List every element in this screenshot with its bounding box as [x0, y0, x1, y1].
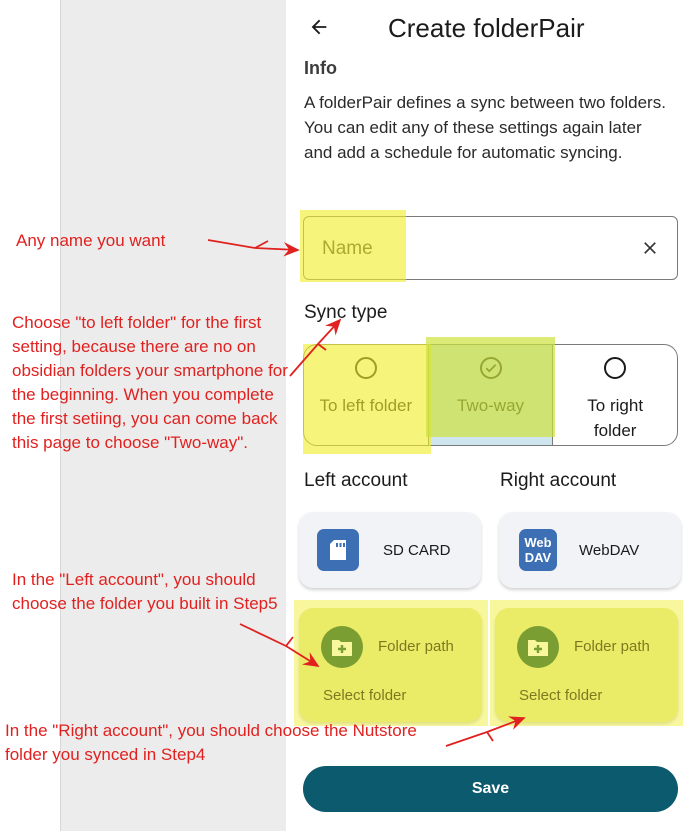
radio-unchecked-icon — [354, 357, 377, 379]
right-folder-select: Select folder — [519, 687, 603, 704]
check-circle-icon — [479, 357, 502, 379]
back-button[interactable] — [304, 12, 334, 42]
left-account-card[interactable]: SD CARD — [299, 512, 481, 588]
sync-option-label: Two-way — [456, 396, 525, 415]
sd-card-icon — [317, 529, 359, 571]
right-account-heading: Right account — [500, 470, 617, 491]
folder-add-icon — [517, 626, 559, 668]
annotation-left-account: In the "Left account", you should choose… — [12, 570, 278, 613]
right-folder-card[interactable]: Folder path Select folder — [495, 608, 678, 722]
left-folder-select: Select folder — [323, 687, 407, 704]
sync-option-to-right[interactable]: To right folder — [553, 345, 677, 445]
sync-type-heading: Sync type — [304, 302, 388, 323]
clear-name-button[interactable] — [636, 234, 664, 262]
right-folder-title: Folder path — [574, 638, 650, 655]
page-title: Create folderPair — [388, 13, 585, 43]
sync-option-to-left[interactable]: To left folder — [304, 345, 429, 445]
sync-option-two-way[interactable]: Two-way — [428, 345, 554, 445]
folder-add-icon — [321, 626, 363, 668]
annotation-sync-type: Choose "to left folder" for the first se… — [12, 313, 288, 452]
left-folder-title: Folder path — [378, 638, 454, 655]
right-account-name: WebDAV — [579, 541, 640, 559]
sync-option-label: To right folder — [587, 396, 644, 440]
annotation-name: Any name you want — [16, 231, 166, 250]
sync-type-selector: To left folder Two-way To right folder — [303, 344, 678, 446]
left-account-name: SD CARD — [383, 541, 451, 559]
info-heading: Info — [304, 58, 337, 78]
annotation-right-account: In the "Right account", you should choos… — [5, 721, 417, 764]
webdav-icon: Web DAV — [519, 529, 557, 571]
save-button[interactable]: Save — [303, 766, 678, 812]
info-text: A folderPair defines a sync between two … — [304, 93, 666, 162]
name-input-label: Name — [322, 238, 373, 259]
radio-unchecked-icon — [604, 357, 627, 379]
sync-option-label: To left folder — [319, 396, 413, 415]
left-folder-card[interactable]: Folder path Select folder — [299, 608, 482, 722]
arrow-back-icon — [311, 19, 327, 35]
left-account-heading: Left account — [304, 470, 408, 491]
close-icon — [644, 242, 656, 254]
right-account-card[interactable]: Web DAV WebDAV — [499, 512, 681, 588]
